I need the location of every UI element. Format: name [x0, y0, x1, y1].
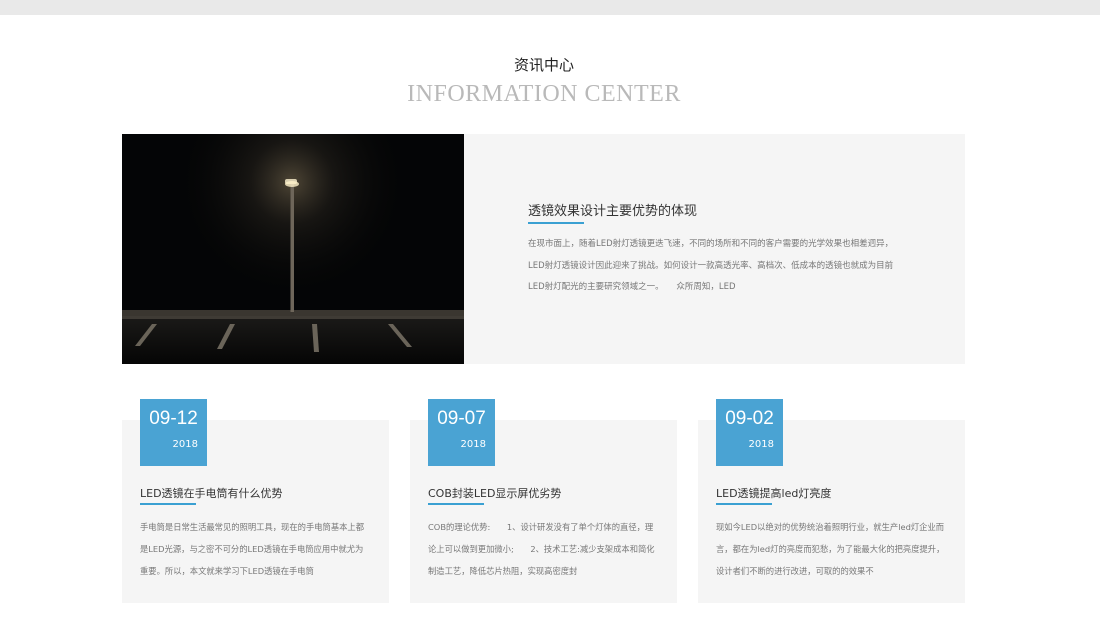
- date-badge: 09-02 2018: [716, 399, 783, 466]
- date-year: 2018: [748, 439, 774, 450]
- news-title[interactable]: LED透镜提高led灯亮度: [716, 485, 831, 501]
- featured-excerpt: 在现市面上，随着LED射灯透镜更迭飞速，不同的场所和不同的客户需要的光学效果也相…: [528, 239, 894, 292]
- news-title[interactable]: LED透镜在手电筒有什么优势: [140, 485, 283, 501]
- section-subtitle: INFORMATION CENTER: [407, 81, 681, 107]
- news-card[interactable]: 09-02 2018 LED透镜提高led灯亮度 现如今LED以绝对的优势统治着…: [698, 399, 965, 603]
- date-badge: 09-12 2018: [140, 399, 207, 466]
- news-title[interactable]: COB封装LED显示屏优劣势: [428, 485, 561, 501]
- date-year: 2018: [460, 439, 486, 450]
- date-month-day: 09-12: [149, 408, 198, 429]
- street-lamp-photo: [122, 134, 464, 364]
- news-excerpt: 手电筒是日常生活最常见的照明工具，现在的手电筒基本上都是LED光源，与之密不可分…: [140, 522, 365, 576]
- title-underline: [528, 222, 584, 224]
- title-underline: [716, 503, 772, 505]
- news-card[interactable]: 09-07 2018 COB封装LED显示屏优劣势 COB的理论优势: 1、设计…: [410, 399, 677, 603]
- date-badge: 09-07 2018: [428, 399, 495, 466]
- date-year: 2018: [172, 439, 198, 450]
- section-title: 资讯中心: [513, 56, 574, 74]
- title-underline: [140, 503, 196, 505]
- news-excerpt: 现如今LED以绝对的优势统治着照明行业，就生产led灯企业而言，都在为led灯的…: [716, 522, 945, 576]
- news-excerpt: COB的理论优势: 1、设计研发没有了单个灯体的直径，理论上可以做到更加微小; …: [428, 522, 655, 576]
- date-month-day: 09-02: [725, 408, 774, 429]
- featured-title[interactable]: 透镜效果设计主要优势的体现: [528, 200, 697, 219]
- date-month-day: 09-07: [437, 408, 486, 429]
- featured-image[interactable]: [122, 134, 464, 364]
- featured-article[interactable]: 透镜效果设计主要优势的体现 在现市面上，随着LED射灯透镜更迭飞速，不同的场所和…: [122, 134, 965, 364]
- news-card[interactable]: 09-12 2018 LED透镜在手电筒有什么优势 手电筒是日常生活最常见的照明…: [122, 399, 389, 603]
- top-bar: [0, 0, 1100, 15]
- title-underline: [428, 503, 484, 505]
